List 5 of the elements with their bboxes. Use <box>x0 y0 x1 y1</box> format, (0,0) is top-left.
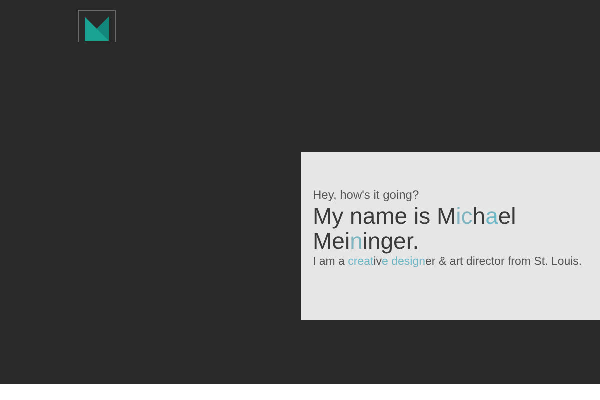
greeting-text: Hey, how's it going? <box>313 188 420 202</box>
tagline-text: I am a creative designer & art director from St. Louis. <box>313 255 584 269</box>
logo[interactable] <box>78 10 116 42</box>
name-heading: My name is Michael Meininger. <box>313 204 518 254</box>
logo-icon <box>85 16 109 40</box>
